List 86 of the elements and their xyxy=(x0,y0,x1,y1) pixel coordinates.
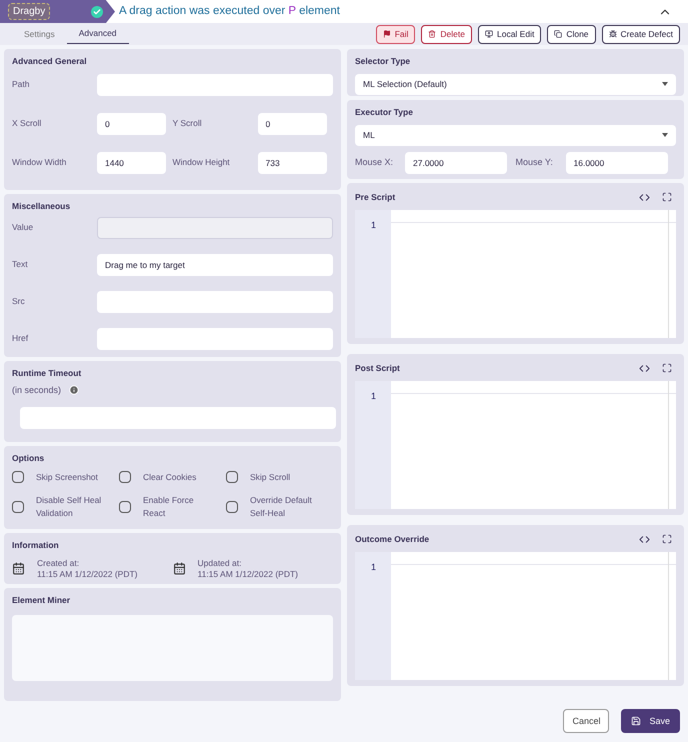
option-label: Clear Cookies xyxy=(143,470,198,484)
copy-icon xyxy=(554,30,562,38)
line-number: 1 xyxy=(371,220,376,230)
dropdown[interactable]: ML Selection (Default) xyxy=(355,74,676,95)
code-icon[interactable] xyxy=(639,362,650,374)
checkbox[interactable] xyxy=(226,500,238,513)
section-title: Information xyxy=(12,538,60,552)
checkbox[interactable] xyxy=(12,500,24,513)
section-title: Options xyxy=(12,452,46,465)
dropdown[interactable]: ML xyxy=(355,124,676,146)
fullscreen-icon[interactable] xyxy=(662,363,672,374)
input-field[interactable]: 0 xyxy=(97,112,166,135)
section-title: Miscellaneous xyxy=(12,200,72,213)
input-field[interactable]: 16.0000 xyxy=(566,152,668,174)
checkbox[interactable] xyxy=(226,471,238,484)
tab[interactable]: Settings xyxy=(12,24,67,44)
save-button[interactable]: Save xyxy=(621,709,680,734)
save-icon xyxy=(631,716,642,726)
input-field[interactable]: 1440 xyxy=(97,152,166,174)
code-icon[interactable] xyxy=(639,534,650,545)
flag-icon xyxy=(382,30,391,38)
input-field[interactable] xyxy=(97,74,333,96)
input-field[interactable] xyxy=(20,407,336,430)
section-title: Outcome Override xyxy=(355,532,430,546)
cancel-button[interactable]: Cancel xyxy=(563,709,610,734)
code-editor[interactable]: 1 xyxy=(355,210,676,338)
info-value: 11:15 AM 1/12/2022 (PDT) xyxy=(37,568,138,580)
field-label: Mouse Y: xyxy=(516,156,554,169)
field-label: Text xyxy=(12,258,29,271)
info-label: Updated at: xyxy=(198,558,242,569)
section-title: Element Miner xyxy=(12,594,72,607)
field-label: Href xyxy=(12,332,30,345)
field-label: Window Width xyxy=(12,156,68,169)
option-label: Override Default Self-Heal xyxy=(250,494,313,520)
screen-icon xyxy=(484,30,493,38)
field-label: Y Scroll xyxy=(172,117,203,130)
calendar-icon xyxy=(12,562,25,576)
bug-icon xyxy=(608,30,617,38)
field-label: X Scroll xyxy=(12,117,42,130)
field-label: Value xyxy=(12,221,34,234)
section-title: Pre Script xyxy=(355,190,396,204)
input-field[interactable]: 733 xyxy=(258,152,326,174)
checkbox[interactable] xyxy=(119,500,131,513)
fullscreen-icon[interactable] xyxy=(662,192,672,202)
calendar-icon xyxy=(172,562,186,576)
info-value: 11:15 AM 1/12/2022 (PDT) xyxy=(198,568,298,580)
field-label: Path xyxy=(12,78,30,91)
section-title: Selector Type xyxy=(355,54,412,68)
option-label: Enable Force React xyxy=(143,494,195,520)
checkbox[interactable] xyxy=(119,471,131,484)
step-title: A drag action was executed over P element xyxy=(119,4,340,20)
info-label: Created at: xyxy=(37,558,80,569)
section-title: Post Script xyxy=(355,362,400,375)
input-field[interactable]: 0 xyxy=(258,112,326,135)
input-field[interactable]: 27.0000 xyxy=(405,152,507,174)
section-title: Runtime Timeout xyxy=(12,366,82,380)
input-field[interactable] xyxy=(97,290,333,313)
tab[interactable]: Advanced xyxy=(66,24,129,44)
input-field[interactable] xyxy=(97,328,333,350)
trash-icon xyxy=(428,30,436,38)
input-field[interactable]: Drag me to my target xyxy=(97,254,333,276)
info-icon[interactable] xyxy=(69,385,80,396)
action-button[interactable]: Create Defect xyxy=(602,24,680,44)
code-icon[interactable] xyxy=(639,192,650,203)
action-button[interactable]: Local Edit xyxy=(478,24,542,44)
step-name: Dragby xyxy=(8,3,50,20)
line-number: 1 xyxy=(371,390,376,401)
section-title: Advanced General xyxy=(12,54,88,68)
action-button[interactable]: Clone xyxy=(547,24,596,44)
caret-icon xyxy=(662,133,668,138)
option-label: Skip Screenshot xyxy=(36,470,99,484)
field-label: Src xyxy=(12,295,26,308)
section-title: Executor Type xyxy=(355,106,414,119)
field-label: Window Height xyxy=(172,156,231,169)
option-label: Disable Self Heal Validation xyxy=(36,494,102,520)
code-editor[interactable]: 1 xyxy=(355,380,676,509)
fullscreen-icon[interactable] xyxy=(662,534,672,544)
code-editor[interactable]: 1 xyxy=(355,552,676,680)
field-label: Mouse X: xyxy=(355,156,394,169)
action-button[interactable]: Fail xyxy=(376,24,416,44)
option-label: Skip Scroll xyxy=(250,470,292,484)
field-label: (in seconds) xyxy=(12,384,62,397)
checkbox[interactable] xyxy=(12,471,24,484)
caret-icon xyxy=(662,82,668,86)
action-button[interactable]: Delete xyxy=(421,24,472,44)
line-number: 1 xyxy=(371,562,376,572)
